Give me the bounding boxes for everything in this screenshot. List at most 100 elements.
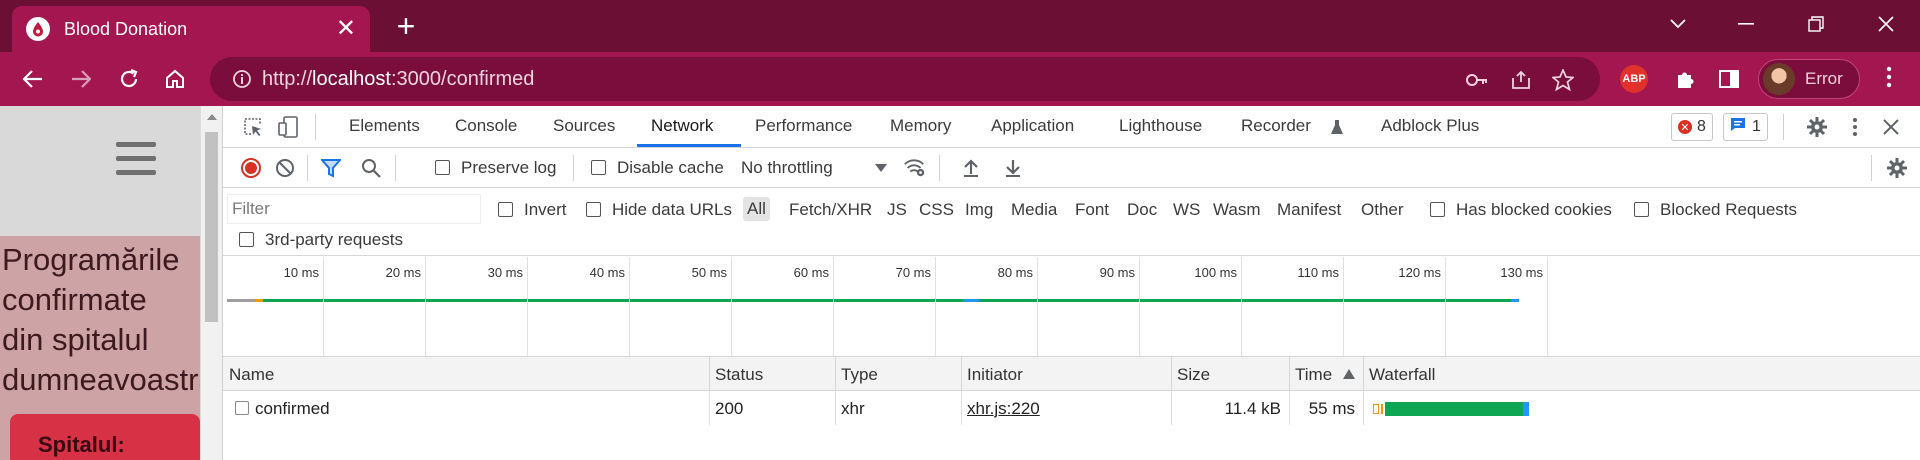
tab-sources[interactable]: Sources <box>553 116 615 136</box>
filter-type-font[interactable]: Font <box>1075 200 1109 220</box>
filter-type-doc[interactable]: Doc <box>1127 200 1157 220</box>
record-icon[interactable] <box>241 158 261 178</box>
dropdown-arrow-icon[interactable] <box>869 156 893 180</box>
search-icon[interactable] <box>359 156 383 180</box>
preserve-log-checkbox[interactable] <box>435 160 450 175</box>
page-scrollbar[interactable] <box>200 106 222 460</box>
import-har-icon[interactable] <box>959 156 983 180</box>
browser-tab[interactable]: Blood Donation ✕ <box>12 6 370 52</box>
preserve-log-label: Preserve log <box>461 158 557 177</box>
filter-type-manifest[interactable]: Manifest <box>1277 200 1341 220</box>
close-window-icon[interactable] <box>1866 6 1906 42</box>
hamburger-menu-icon[interactable] <box>116 142 156 178</box>
experiment-flask-icon <box>1325 115 1349 139</box>
profile-button[interactable]: Error <box>1758 59 1860 99</box>
extensions-puzzle-icon[interactable] <box>1668 62 1702 96</box>
site-info-icon[interactable] <box>232 69 252 94</box>
scrollbar-thumb[interactable] <box>205 132 218 322</box>
clear-icon[interactable] <box>273 156 297 180</box>
timeline-gridline <box>1343 257 1344 356</box>
network-toolbar: Preserve log Disable cache No throttling <box>223 148 1920 188</box>
more-options-icon[interactable] <box>1843 115 1867 139</box>
filter-type-wasm[interactable]: Wasm <box>1213 200 1261 220</box>
filter-input[interactable] <box>227 194 481 224</box>
close-tab-icon[interactable]: ✕ <box>336 17 356 41</box>
timeline-gridline <box>731 257 732 356</box>
has-blocked-cookies-checkbox[interactable] <box>1430 202 1445 217</box>
column-size[interactable]: Size <box>1177 365 1210 385</box>
share-icon[interactable] <box>1508 67 1534 93</box>
network-overview-timeline[interactable]: 10 ms 20 ms 30 ms 40 ms 50 ms 60 ms 70 ms 80 ms… <box>223 257 1920 357</box>
timeline-stalled-segment <box>255 299 263 302</box>
timeline-tick-label: 20 ms <box>385 265 421 280</box>
tab-memory[interactable]: Memory <box>890 116 951 136</box>
filter-type-media[interactable]: Media <box>1011 200 1057 220</box>
filter-funnel-icon[interactable] <box>319 156 343 180</box>
settings-gear-icon[interactable] <box>1805 115 1829 139</box>
third-party-requests-label: 3rd-party requests <box>265 230 403 249</box>
address-bar[interactable]: http://localhost:3000/confirmed <box>210 57 1600 101</box>
column-status[interactable]: Status <box>715 365 763 385</box>
filter-type-img[interactable]: Img <box>965 200 993 220</box>
export-har-icon[interactable] <box>1001 156 1025 180</box>
network-settings-gear-icon[interactable] <box>1885 156 1909 180</box>
minimize-icon[interactable] <box>1726 6 1766 42</box>
home-icon[interactable] <box>158 62 192 96</box>
throttling-select[interactable]: No throttling <box>741 158 833 178</box>
invert-checkbox[interactable] <box>498 202 513 217</box>
filter-type-js[interactable]: JS <box>887 200 907 220</box>
timeline-tick-label: 100 ms <box>1194 265 1237 280</box>
close-devtools-icon[interactable] <box>1879 115 1903 139</box>
tab-network[interactable]: Network <box>651 116 713 136</box>
third-party-requests-checkbox[interactable] <box>239 232 254 247</box>
column-type[interactable]: Type <box>841 365 878 385</box>
waterfall-bar[interactable] <box>1373 402 1533 416</box>
column-name[interactable]: Name <box>229 365 274 385</box>
request-initiator-link[interactable]: xhr.js:220 <box>967 399 1040 419</box>
filter-type-css[interactable]: CSS <box>919 200 954 220</box>
network-conditions-icon[interactable] <box>903 155 927 179</box>
timeline-gridline <box>1241 257 1242 356</box>
tab-performance[interactable]: Performance <box>755 116 852 136</box>
column-time[interactable]: Time <box>1295 365 1332 385</box>
hide-data-urls-checkbox[interactable] <box>586 202 601 217</box>
back-icon[interactable] <box>16 62 50 96</box>
forward-icon[interactable] <box>64 62 98 96</box>
tab-search-icon[interactable] <box>1658 6 1698 42</box>
restore-icon[interactable] <box>1796 6 1836 42</box>
tab-elements[interactable]: Elements <box>349 116 420 136</box>
filter-type-all[interactable]: All <box>743 197 770 221</box>
timeline-tick-label: 80 ms <box>997 265 1033 280</box>
filter-type-fetch-xhr[interactable]: Fetch/XHR <box>789 200 872 220</box>
adblock-plus-icon[interactable]: ABP <box>1620 65 1648 93</box>
column-waterfall[interactable]: Waterfall <box>1369 365 1435 385</box>
hospital-label: Spitalul: <box>38 432 125 457</box>
new-tab-button[interactable]: + <box>388 8 424 44</box>
tab-lighthouse[interactable]: Lighthouse <box>1119 116 1202 136</box>
requests-table-header: Name Status Type Initiator Size Time Wat… <box>223 357 1920 391</box>
blocked-requests-checkbox[interactable] <box>1634 202 1649 217</box>
column-initiator[interactable]: Initiator <box>967 365 1023 385</box>
key-icon[interactable] <box>1464 67 1490 93</box>
bookmark-star-icon[interactable] <box>1550 67 1576 93</box>
blood-drop-icon <box>26 17 50 41</box>
filter-type-ws[interactable]: WS <box>1173 200 1200 220</box>
filter-type-other[interactable]: Other <box>1361 200 1404 220</box>
errors-badge[interactable]: ✕ 8 <box>1671 113 1713 141</box>
tab-application[interactable]: Application <box>991 116 1074 136</box>
browser-menu-icon[interactable] <box>1886 66 1892 93</box>
reload-icon[interactable] <box>112 62 146 96</box>
table-row[interactable]: confirmed 200 xhr xhr.js:220 11.4 kB 55 … <box>223 391 1920 425</box>
request-name[interactable]: confirmed <box>255 399 330 419</box>
side-panel-icon[interactable] <box>1712 62 1746 96</box>
tab-adblock-plus[interactable]: Adblock Plus <box>1381 116 1479 136</box>
tab-recorder[interactable]: Recorder <box>1241 116 1311 136</box>
tab-console[interactable]: Console <box>455 116 517 136</box>
inspect-element-icon[interactable] <box>241 115 265 139</box>
disable-cache-checkbox[interactable] <box>591 160 606 175</box>
device-toolbar-icon[interactable] <box>277 115 301 139</box>
message-icon <box>1730 117 1746 137</box>
request-size: 11.4 kB <box>1224 399 1281 418</box>
messages-badge[interactable]: 1 <box>1723 113 1768 141</box>
sort-ascending-icon[interactable] <box>1337 362 1361 386</box>
